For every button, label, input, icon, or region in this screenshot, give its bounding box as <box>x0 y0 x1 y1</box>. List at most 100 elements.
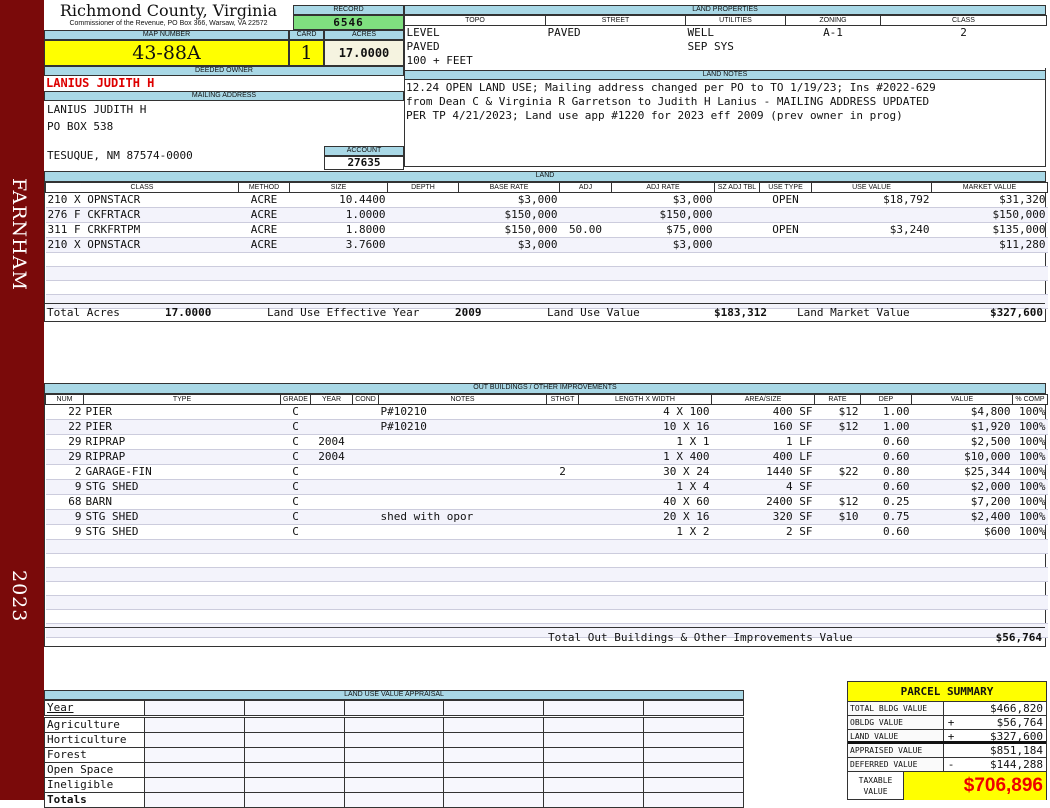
empty-cell <box>378 553 547 568</box>
land-use-appraisal-cell <box>443 717 545 733</box>
land-use-appraisal-cell <box>243 777 345 793</box>
outbuildings-cell <box>546 419 579 435</box>
land-cell: 210 X OPNSTACR <box>45 237 239 253</box>
land-cell <box>387 222 459 238</box>
outbuildings-cell: 100% <box>1012 419 1048 435</box>
outbuildings-col-header: AREA/SIZE <box>711 394 815 405</box>
land_properties-cell: LEVEL <box>404 25 546 40</box>
empty-cell <box>387 252 459 267</box>
land-cell: ACRE <box>238 207 290 223</box>
mailing-line: PO BOX 538 <box>47 120 114 133</box>
outbuildings-cell: PIER <box>83 404 281 420</box>
outbuildings-cell: 0.60 <box>860 524 912 540</box>
empty-cell <box>711 581 815 596</box>
year-label: 2023 <box>8 570 30 623</box>
outbuildings-cell <box>310 494 353 510</box>
land-use-appraisal-cell <box>343 700 445 716</box>
outbuildings-cell <box>352 524 379 540</box>
outbuildings-empty-row <box>45 609 1048 624</box>
empty-cell <box>83 567 281 582</box>
land-cell <box>811 237 932 253</box>
land-use-appraisal-cell <box>643 700 744 716</box>
outbuildings-cell: 1 LF <box>711 434 815 450</box>
empty-cell <box>559 280 612 295</box>
empty-cell <box>860 553 912 568</box>
empty-cell <box>310 553 353 568</box>
land-use-appraisal-cell <box>643 732 744 748</box>
outbuildings-cell: $12 <box>814 494 861 510</box>
empty-cell <box>546 595 579 610</box>
land_properties-cell <box>880 40 1047 54</box>
empty-cell <box>578 553 712 568</box>
land-cell: ACRE <box>238 192 290 208</box>
outbuildings-cell <box>352 419 379 435</box>
outbuildings-cell <box>378 494 547 510</box>
outbuildings-cell <box>546 449 579 465</box>
empty-cell <box>711 595 815 610</box>
land_properties-cell: PAVED <box>545 25 686 40</box>
land-cell: 1.0000 <box>289 207 388 223</box>
land-row: 210 X OPNSTACR ACRE 3.7600 $3,000 $3,000 $11,… <box>45 237 1048 253</box>
empty-cell <box>378 609 547 624</box>
outbuildings-total-value: $56,764 <box>995 630 1042 644</box>
empty-cell <box>860 567 912 582</box>
outbuildings-cell: RIPRAP <box>83 449 281 465</box>
account-label: ACCOUNT <box>324 146 404 156</box>
empty-cell <box>559 252 612 267</box>
empty-cell <box>289 252 388 267</box>
land-use-appraisal-cell <box>144 732 245 748</box>
land-use-appraisal-row: Forest <box>44 747 744 763</box>
empty-cell <box>814 581 861 596</box>
land-use-appraisal-cell <box>443 747 545 763</box>
empty-cell <box>931 252 1048 267</box>
empty-cell <box>931 280 1048 295</box>
empty-cell <box>711 567 815 582</box>
outbuildings-cell: 0.80 <box>860 464 912 480</box>
land-col-header: CLASS <box>45 182 239 193</box>
land-cell <box>387 207 459 223</box>
land-use-appraisal-cell <box>543 792 645 808</box>
outbuildings-cell: 2 <box>45 464 84 480</box>
land-cell: $150,000 <box>458 207 560 223</box>
land-use-appraisal-cell <box>443 762 545 778</box>
outbuildings-cell: 29 <box>45 449 84 465</box>
land-cell: $135,000 <box>931 222 1048 238</box>
outbuildings-cell: 400 SF <box>711 404 815 420</box>
empty-cell <box>711 553 815 568</box>
outbuildings-empty-row <box>45 567 1048 582</box>
outbuildings-cell: 1 X 4 <box>578 479 712 495</box>
land_properties-cell <box>785 40 881 54</box>
empty-cell <box>83 539 281 554</box>
land-cell: $150,000 <box>458 222 560 238</box>
empty-cell <box>559 266 612 281</box>
land-use-appraisal-cell <box>643 717 744 733</box>
empty-cell <box>352 609 379 624</box>
land-row: 210 X OPNSTACR ACRE 10.4400 $3,000 $3,000 OPE… <box>45 192 1048 208</box>
taxable-row: TAXABLE VALUE $706,896 <box>848 772 1046 800</box>
empty-cell <box>931 266 1048 281</box>
land-col-header: ADJ <box>559 182 612 193</box>
outbuildings-cell <box>352 449 379 465</box>
land_properties-row: PAVED SEP SYS <box>404 40 1047 54</box>
outbuildings-cell <box>814 479 861 495</box>
outbuildings-cell: C <box>280 404 311 420</box>
outbuildings-cell: 0.60 <box>860 449 912 465</box>
outbuildings-cell: STG SHED <box>83 479 281 495</box>
map-number-label: MAP NUMBER <box>44 30 289 40</box>
land-use-year-label: Land Use Effective Year <box>267 306 420 319</box>
outbuildings-col-header: NUM <box>45 394 84 405</box>
land_properties-cell: SEP SYS <box>685 40 786 54</box>
land-use-appraisal-row-label: Ineligible <box>44 777 145 793</box>
land-col-header: MARKET VALUE <box>931 182 1048 193</box>
empty-cell <box>546 609 579 624</box>
outbuildings-col-header: STHGT <box>546 394 579 405</box>
land_properties-table: TOPO STREET UTILITIES ZONING CLASS LEVEL PAVED… <box>404 15 1047 68</box>
empty-cell <box>611 266 715 281</box>
empty-cell <box>280 539 311 554</box>
empty-cell <box>45 581 84 596</box>
land-use-appraisal-cell <box>343 762 445 778</box>
taxable-value: $706,896 <box>904 772 1046 800</box>
land-totals: Total Acres 17.0000 Land Use Effective Y… <box>45 303 1045 321</box>
land_properties-col-header: ZONING <box>785 15 881 26</box>
outbuildings-cell: 22 <box>45 419 84 435</box>
